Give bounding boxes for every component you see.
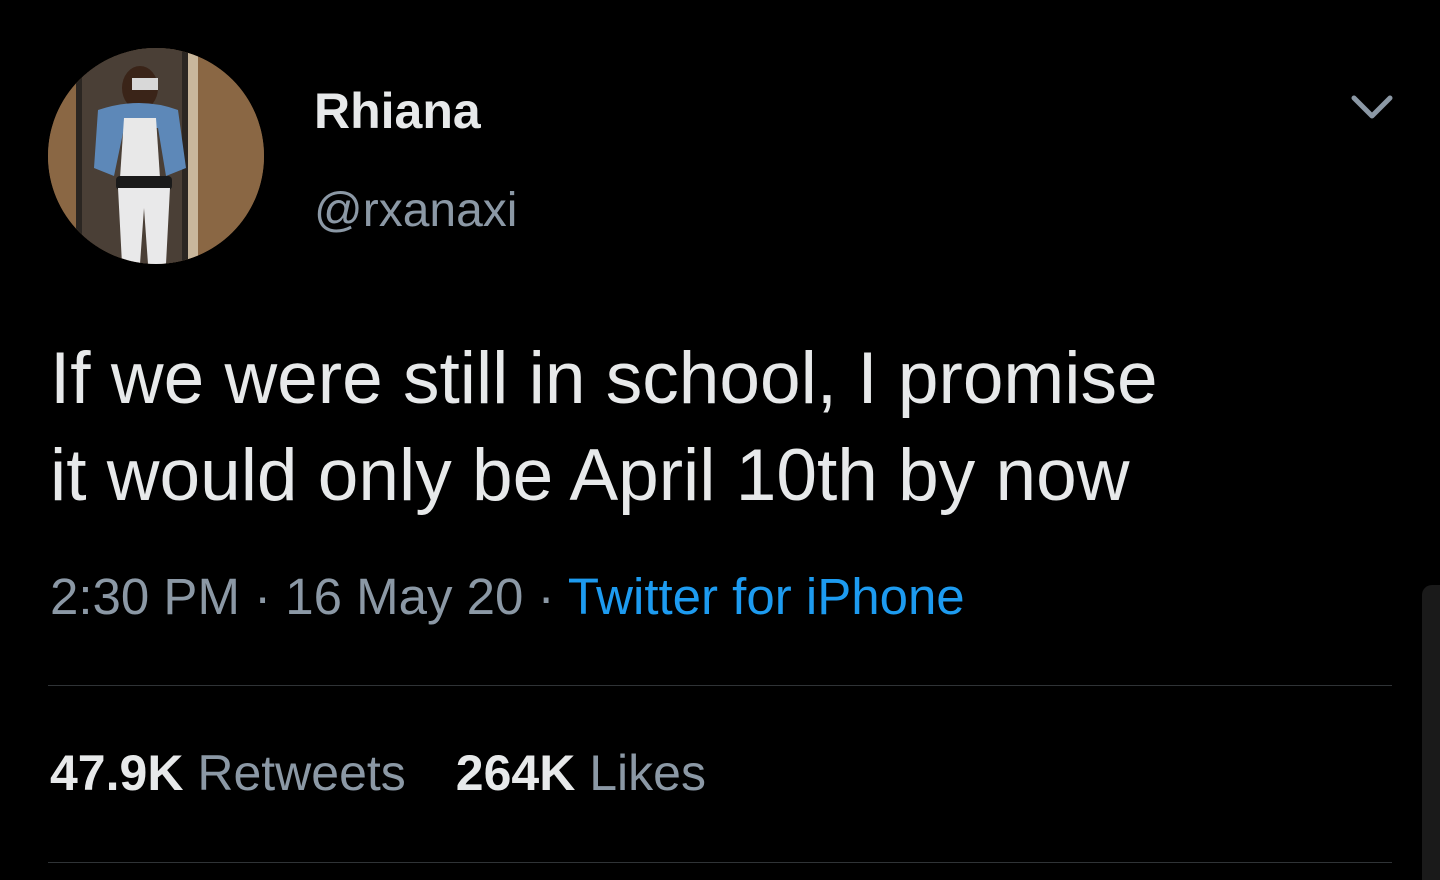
likes-stat[interactable]: 264K Likes: [456, 745, 706, 801]
tweet-source-link[interactable]: Twitter for iPhone: [568, 568, 965, 625]
avatar-photo: [48, 48, 264, 264]
tweet-text-line: If we were still in school, I promise: [50, 338, 1158, 419]
engagement-stats: 47.9K Retweets 264K Likes: [50, 744, 706, 802]
tweet-time[interactable]: 2:30 PM: [50, 568, 240, 625]
tweet-meta: 2:30 PM · 16 May 20 · Twitter for iPhone: [50, 567, 965, 626]
divider: [48, 862, 1392, 863]
display-name[interactable]: Rhiana: [314, 82, 481, 140]
meta-separator: ·: [537, 568, 555, 625]
chevron-down-icon[interactable]: [1348, 88, 1396, 128]
retweets-stat[interactable]: 47.9K Retweets: [50, 745, 406, 801]
tweet-detail: Rhiana @rxanaxi If we were still in scho…: [0, 0, 1440, 880]
meta-separator: ·: [254, 568, 272, 625]
likes-count: 264K: [455, 745, 576, 801]
avatar[interactable]: [48, 48, 264, 264]
scrollbar[interactable]: [1422, 585, 1440, 880]
tweet-text-line: it would only be April 10th by now: [50, 435, 1130, 516]
likes-label: Likes: [589, 745, 706, 801]
divider: [48, 685, 1392, 686]
retweets-count: 47.9K: [50, 745, 184, 801]
tweet-text: If we were still in school, I promise it…: [50, 330, 1410, 524]
tweet-date[interactable]: 16 May 20: [285, 568, 523, 625]
retweets-label: Retweets: [197, 745, 406, 801]
user-handle[interactable]: @rxanaxi: [314, 183, 517, 238]
